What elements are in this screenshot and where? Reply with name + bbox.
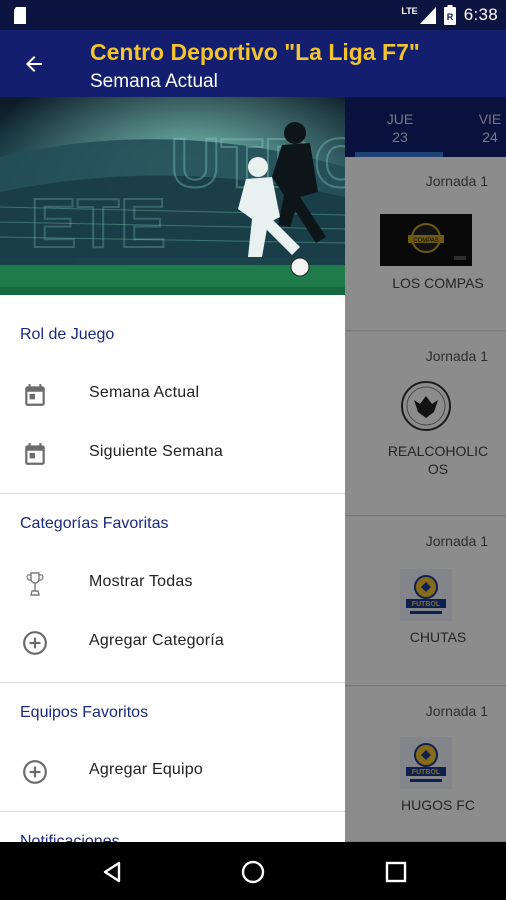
nav-recents-button[interactable] [382, 858, 410, 886]
app-bar: Centro Deportivo "La Liga F7" Semana Act… [0, 30, 506, 97]
add-circle-icon [23, 760, 47, 784]
nav-home-button[interactable] [239, 858, 267, 886]
section-title-equipos-favoritos: Equipos Favoritos [20, 704, 149, 721]
network-type-label: LTE [401, 5, 418, 16]
menu-item-label: Mostrar Todas [89, 573, 193, 590]
menu-item-label: Semana Actual [89, 384, 200, 401]
system-navigation-bar [0, 842, 506, 900]
calendar-icon [25, 443, 45, 465]
section-title-notificaciones: Notificaciones [20, 833, 120, 842]
add-circle-icon [23, 631, 47, 655]
signal-icon [419, 6, 436, 24]
back-icon [103, 861, 121, 883]
status-bar: LTE R 6:38 [0, 0, 506, 30]
drawer-scrim[interactable] [345, 97, 506, 842]
menu-item-label: Agregar Categoría [89, 632, 225, 649]
svg-text:ETE: ETE [30, 184, 166, 262]
divider [0, 811, 345, 812]
menu-item-label: Agregar Equipo [89, 761, 203, 778]
trophy-icon [26, 572, 44, 596]
menu-item-semana-actual[interactable]: Semana Actual [0, 366, 345, 422]
navigation-drawer: UTBO ETE Rol de Juego Semana Actual Sigu… [0, 97, 345, 842]
menu-item-mostrar-todas[interactable]: Mostrar Todas [0, 555, 345, 611]
clock: 6:38 [463, 5, 498, 24]
menu-item-label: Siguiente Semana [89, 443, 223, 460]
battery-icon: R [443, 5, 456, 25]
menu-item-siguiente-semana[interactable]: Siguiente Semana [0, 425, 345, 481]
menu-item-agregar-equipo[interactable]: Agregar Equipo [0, 743, 345, 799]
section-title-rol-de-juego: Rol de Juego [20, 326, 115, 343]
calendar-icon [25, 384, 45, 406]
arrow-back-icon [26, 56, 42, 72]
nav-back-button[interactable] [98, 858, 126, 886]
app-title: Centro Deportivo "La Liga F7" [90, 39, 420, 65]
sim-card-icon [14, 7, 26, 24]
drawer-header-stadium-image: UTBO ETE [0, 97, 345, 295]
app-subtitle: Semana Actual [90, 71, 218, 92]
divider [0, 682, 345, 683]
section-title-categorias-favoritas: Categorías Favoritas [20, 515, 169, 532]
back-button[interactable] [16, 46, 52, 82]
battery-level-label: R [446, 12, 453, 22]
divider [0, 493, 345, 494]
home-icon [241, 860, 265, 884]
recents-icon [385, 861, 407, 883]
menu-item-agregar-categoria[interactable]: Agregar Categoría [0, 614, 345, 670]
